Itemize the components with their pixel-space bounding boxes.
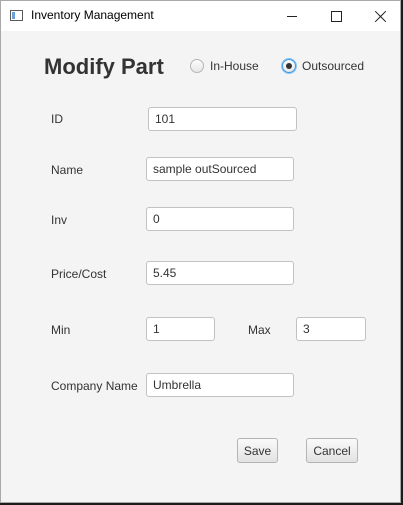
cancel-button[interactable]: Cancel (306, 438, 358, 463)
name-label: Name (51, 163, 84, 177)
close-button[interactable] (358, 1, 403, 31)
in-house-radio-circle[interactable] (190, 59, 204, 73)
page-title: Modify Part (44, 54, 164, 79)
outsourced-radio[interactable]: Outsourced (282, 59, 364, 73)
save-button[interactable]: Save (237, 438, 278, 463)
app-window: Inventory Management Modify Part In-Hous… (0, 0, 401, 503)
outsourced-radio-circle[interactable] (282, 59, 296, 73)
in-house-radio-label[interactable]: In-House (210, 59, 259, 73)
minimize-button[interactable] (269, 1, 315, 31)
outsourced-radio-label[interactable]: Outsourced (302, 59, 364, 73)
inv-field[interactable] (146, 207, 294, 231)
maximize-button[interactable] (313, 1, 359, 31)
maximize-icon (330, 10, 342, 22)
company-name-field[interactable] (146, 373, 294, 397)
inv-label: Inv (51, 213, 68, 227)
max-field[interactable] (296, 317, 366, 341)
id-field[interactable] (148, 107, 297, 131)
price-label: Price/Cost (51, 267, 107, 281)
title-bar[interactable]: Inventory Management (1, 1, 400, 31)
minimize-icon (287, 15, 297, 17)
company-name-label: Company Name (51, 379, 138, 393)
name-field[interactable] (146, 157, 294, 181)
in-house-radio[interactable]: In-House (190, 59, 259, 73)
max-label: Max (248, 323, 271, 337)
window-title: Inventory Management (31, 8, 154, 22)
min-field[interactable] (146, 317, 215, 341)
app-window-icon (10, 10, 23, 21)
id-label: ID (51, 112, 63, 126)
price-field[interactable] (146, 261, 294, 285)
min-label: Min (51, 323, 71, 337)
close-icon (375, 10, 387, 22)
